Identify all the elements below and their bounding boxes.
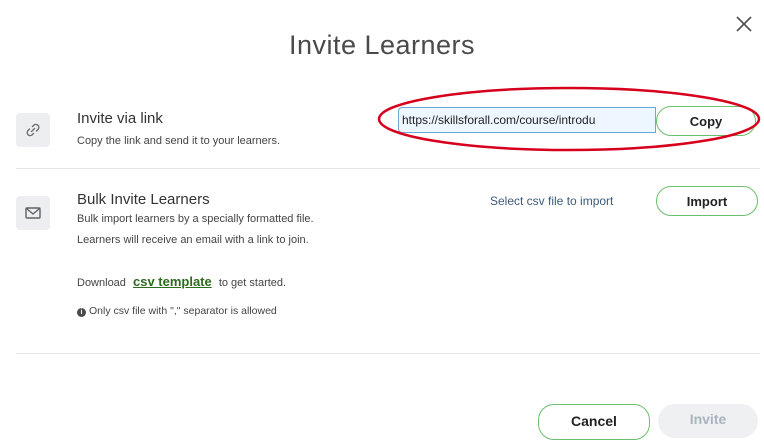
import-button[interactable]: Import — [656, 186, 758, 216]
invite-via-link-title: Invite via link — [77, 110, 163, 127]
dialog-title: Invite Learners — [288, 30, 476, 60]
download-suffix: to get started. — [218, 277, 287, 289]
csv-template-link[interactable]: csv template — [133, 274, 212, 289]
separator-note-text: Only csv file with "," separator is allo… — [89, 305, 277, 317]
bulk-invite-description-1: Bulk import learners by a specially form… — [77, 213, 314, 225]
copy-button[interactable]: Copy — [656, 106, 756, 136]
section-divider — [16, 168, 760, 169]
separator-note: i Only csv file with "," separator is all… — [77, 301, 277, 321]
link-icon — [16, 113, 50, 147]
cancel-button[interactable]: Cancel — [538, 404, 650, 440]
invite-link-field[interactable] — [398, 107, 656, 133]
invite-via-link-description: Copy the link and send it to your learne… — [77, 135, 281, 147]
select-csv-label: Select csv file to import — [490, 194, 614, 208]
download-template-line: Download csv template to get started. — [77, 272, 286, 293]
invite-button[interactable]: Invite — [658, 404, 758, 438]
download-prefix: Download — [77, 277, 126, 289]
envelope-icon — [16, 196, 50, 230]
bulk-invite-title: Bulk Invite Learners — [77, 191, 210, 208]
footer-divider — [16, 353, 760, 354]
info-icon: i — [77, 308, 86, 317]
bulk-invite-description-2: Learners will receive an email with a li… — [77, 234, 309, 246]
